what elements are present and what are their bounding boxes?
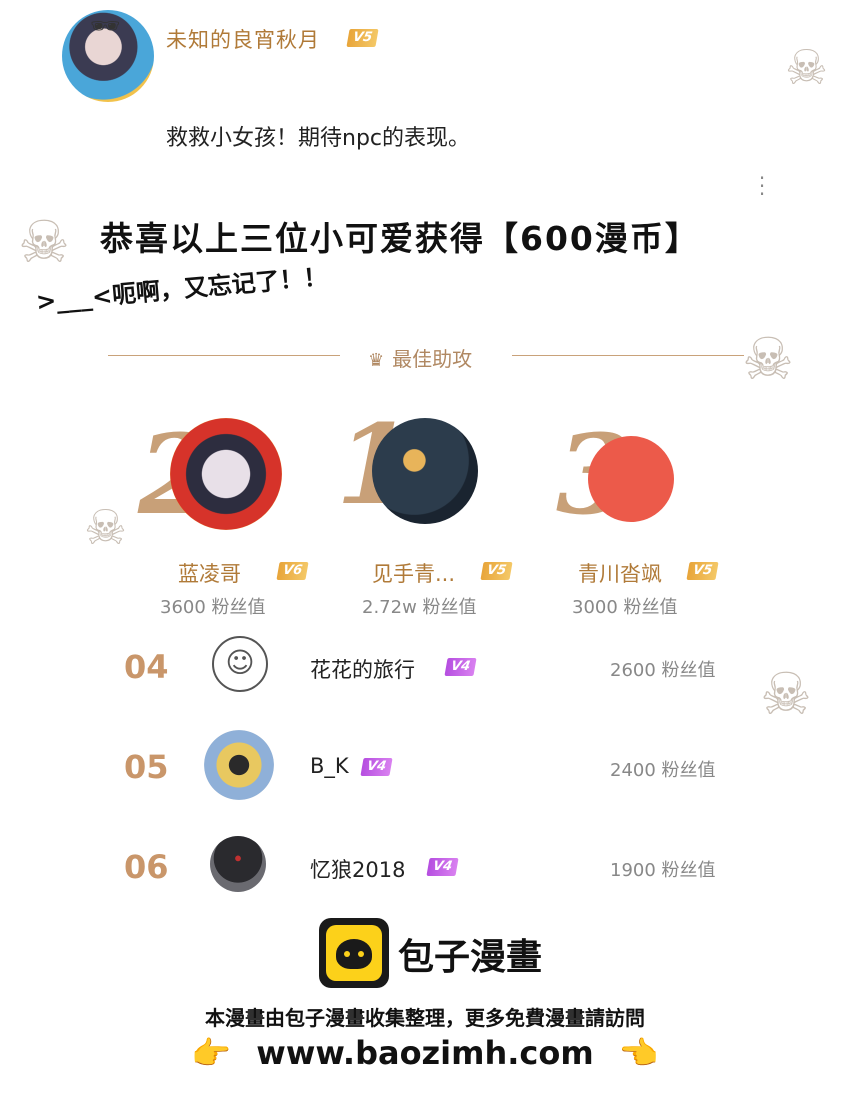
podium-avatar[interactable]	[588, 436, 674, 522]
podium-fans: 3000 粉丝值	[572, 597, 678, 618]
section-title: ♛ 最佳助攻	[368, 343, 472, 372]
pointing-left-hand-icon: 👈	[618, 1034, 659, 1072]
skull-doodle-icon: ☠	[742, 325, 794, 393]
reward-headline: 恭喜以上三位小可爱获得【600漫币】	[100, 219, 700, 258]
divider-line-left	[108, 355, 340, 356]
list-rank: 06	[124, 848, 169, 886]
podium-username[interactable]: 见手青...	[372, 558, 455, 588]
skull-doodle-icon: ☠	[84, 500, 128, 556]
list-username[interactable]: 花花的旅行	[310, 654, 415, 684]
skull-doodle-icon: ☠	[760, 660, 812, 728]
list-avatar[interactable]	[210, 836, 266, 892]
list-rank: 04	[124, 648, 169, 686]
footer-notice: 本漫畫由包子漫畫收集整理，更多免費漫畫請訪問	[205, 1006, 645, 1030]
more-vertical-icon[interactable]: · · ·	[757, 168, 767, 204]
list-fans: 2600 粉丝值	[610, 660, 716, 681]
skull-doodle-icon: ☠	[785, 40, 829, 96]
list-username[interactable]: B_K	[310, 754, 349, 778]
podium-avatar[interactable]	[372, 418, 478, 524]
crown-icon: ♛	[368, 350, 385, 371]
smiley-avatar-icon[interactable]: ☺	[212, 636, 268, 692]
baozi-logo-icon	[319, 918, 389, 988]
level-badge: V5	[480, 562, 513, 580]
site-url[interactable]: 👉 www.baozimh.com 👈	[0, 1034, 850, 1072]
list-rank: 05	[124, 748, 169, 786]
url-text[interactable]: www.baozimh.com	[256, 1034, 593, 1072]
list-avatar[interactable]	[204, 730, 274, 800]
sunglasses-decoration-icon: 🕶	[90, 12, 121, 40]
podium-avatar[interactable]	[170, 418, 282, 530]
level-badge: V4	[360, 758, 393, 776]
bun-icon	[326, 925, 382, 981]
level-badge: V6	[276, 562, 309, 580]
level-badge: V5	[346, 29, 379, 47]
skull-doodle-icon: ☠	[18, 208, 70, 276]
list-username[interactable]: 忆狼2018	[310, 854, 405, 884]
list-fans: 2400 粉丝值	[610, 760, 716, 781]
list-fans: 1900 粉丝值	[610, 860, 716, 881]
podium-username[interactable]: 青川沓飒	[578, 558, 662, 588]
level-badge: V4	[444, 658, 477, 676]
level-badge: V4	[426, 858, 459, 876]
podium-fans: 2.72w 粉丝值	[362, 597, 477, 618]
reward-subline: >___<呃啊，又忘记了！！	[34, 262, 329, 316]
comment-text: 救救小女孩！期待npc的表现。	[166, 126, 471, 151]
divider-line-right	[512, 355, 744, 356]
level-badge: V5	[686, 562, 719, 580]
section-title-text: 最佳助攻	[392, 347, 473, 371]
podium-username[interactable]: 蓝凌哥	[178, 558, 241, 588]
podium-fans: 3600 粉丝值	[160, 597, 266, 618]
brand-name: 包子漫畫	[398, 937, 543, 978]
pointing-right-hand-icon: 👉	[191, 1034, 232, 1072]
commenter-username[interactable]: 未知的良宵秋月	[166, 24, 320, 54]
